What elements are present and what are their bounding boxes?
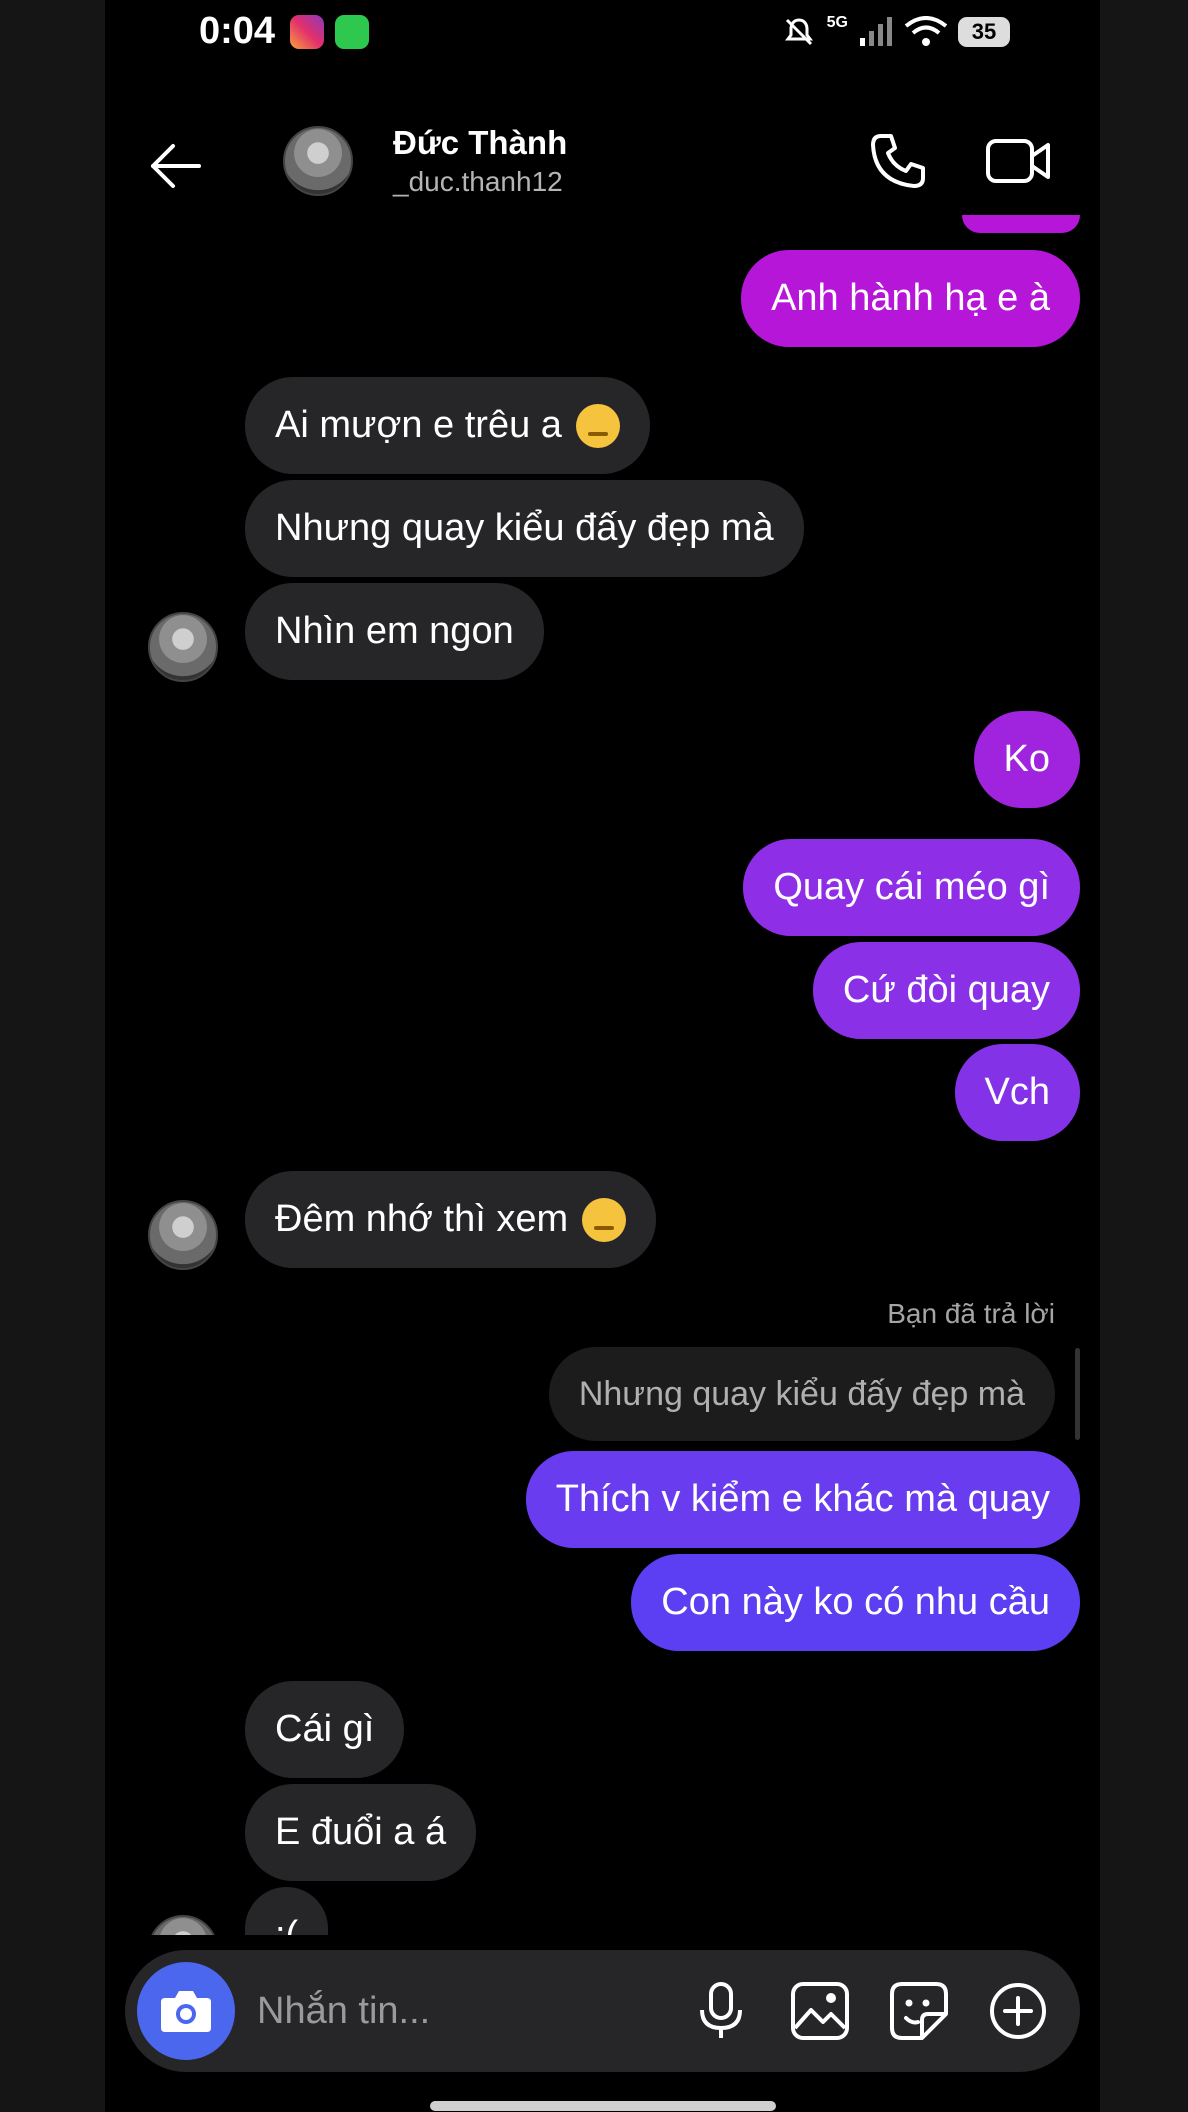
phone-icon[interactable] [867, 130, 929, 192]
wifi-icon [904, 16, 948, 46]
message-bubble-sent[interactable]: Ko [973, 711, 1080, 808]
message-composer [125, 1950, 1080, 2072]
contact-avatar[interactable] [283, 126, 353, 196]
camera-button[interactable] [137, 1962, 235, 2060]
reply-quoted-message[interactable]: Nhưng quay kiểu đấy đẹp mà [548, 1347, 1055, 1441]
back-arrow-icon[interactable] [145, 136, 205, 196]
sticker-icon[interactable] [888, 1980, 950, 2042]
message-bubble-received[interactable]: Nhìn em ngon [245, 583, 544, 680]
previous-message-peek [962, 215, 1080, 233]
message-bubble-sent[interactable]: Con này ko có nhu cầu [631, 1554, 1080, 1651]
status-indicators: 5G 35 [781, 14, 1010, 50]
reply-label: Bạn đã trả lời [887, 1298, 1055, 1329]
camera-icon [161, 1991, 211, 2032]
sender-avatar[interactable] [148, 1200, 218, 1270]
message-bubble-received[interactable]: Ai mượn e trêu a [245, 377, 650, 474]
message-bubble-sent[interactable]: Thích v kiểm e khác mà quay [525, 1451, 1080, 1548]
message-bubble-sent[interactable]: Cứ đòi quay [812, 942, 1080, 1039]
contact-name[interactable]: Đức Thành [393, 124, 567, 162]
network-type: 5G [826, 14, 848, 31]
message-input[interactable] [255, 1978, 659, 2044]
plus-circle-icon[interactable] [987, 1980, 1049, 2042]
microphone-icon[interactable] [690, 1980, 752, 2042]
chat-screen: 0:04 5G 35 Đức Thành _duc.thanh12 Anh hà… [105, 0, 1100, 2112]
message-bubble-received[interactable]: Đêm nhớ thì xem [245, 1171, 657, 1268]
winking-emoji-icon [582, 1197, 627, 1242]
message-bubble-sent[interactable]: Anh hành hạ e à [741, 250, 1080, 347]
signal-icon [860, 17, 892, 46]
image-gallery-icon[interactable] [789, 1980, 851, 2042]
status-time: 0:04 [199, 10, 276, 52]
video-camera-icon[interactable] [985, 130, 1051, 192]
message-bubble-sent[interactable]: Quay cái méo gì [743, 839, 1080, 936]
message-bubble-received[interactable]: Nhưng quay kiểu đấy đẹp mà [245, 480, 804, 577]
unamused-emoji-icon [575, 403, 620, 448]
message-bubble-received[interactable]: E đuổi a á [245, 1784, 477, 1881]
wechat-app-icon [335, 15, 369, 49]
sender-avatar[interactable] [148, 612, 218, 682]
mute-icon [784, 18, 813, 46]
instagram-app-icon [290, 15, 324, 49]
contact-handle[interactable]: _duc.thanh12 [393, 166, 563, 198]
chat-header: Đức Thành _duc.thanh12 [105, 118, 1100, 210]
message-bubble-received[interactable]: :( [245, 1887, 329, 1935]
home-indicator[interactable] [430, 2101, 776, 2111]
message-bubble-received[interactable]: Cái gì [245, 1681, 405, 1778]
message-list[interactable]: Anh hành hạ e à Ai mượn e trêu a Nhưng q… [105, 215, 1100, 1935]
reply-indicator-bar [1075, 1348, 1080, 1440]
sender-avatar[interactable] [148, 1915, 218, 1935]
message-bubble-sent[interactable]: Vch [954, 1044, 1080, 1141]
battery-indicator: 35 [958, 17, 1010, 47]
